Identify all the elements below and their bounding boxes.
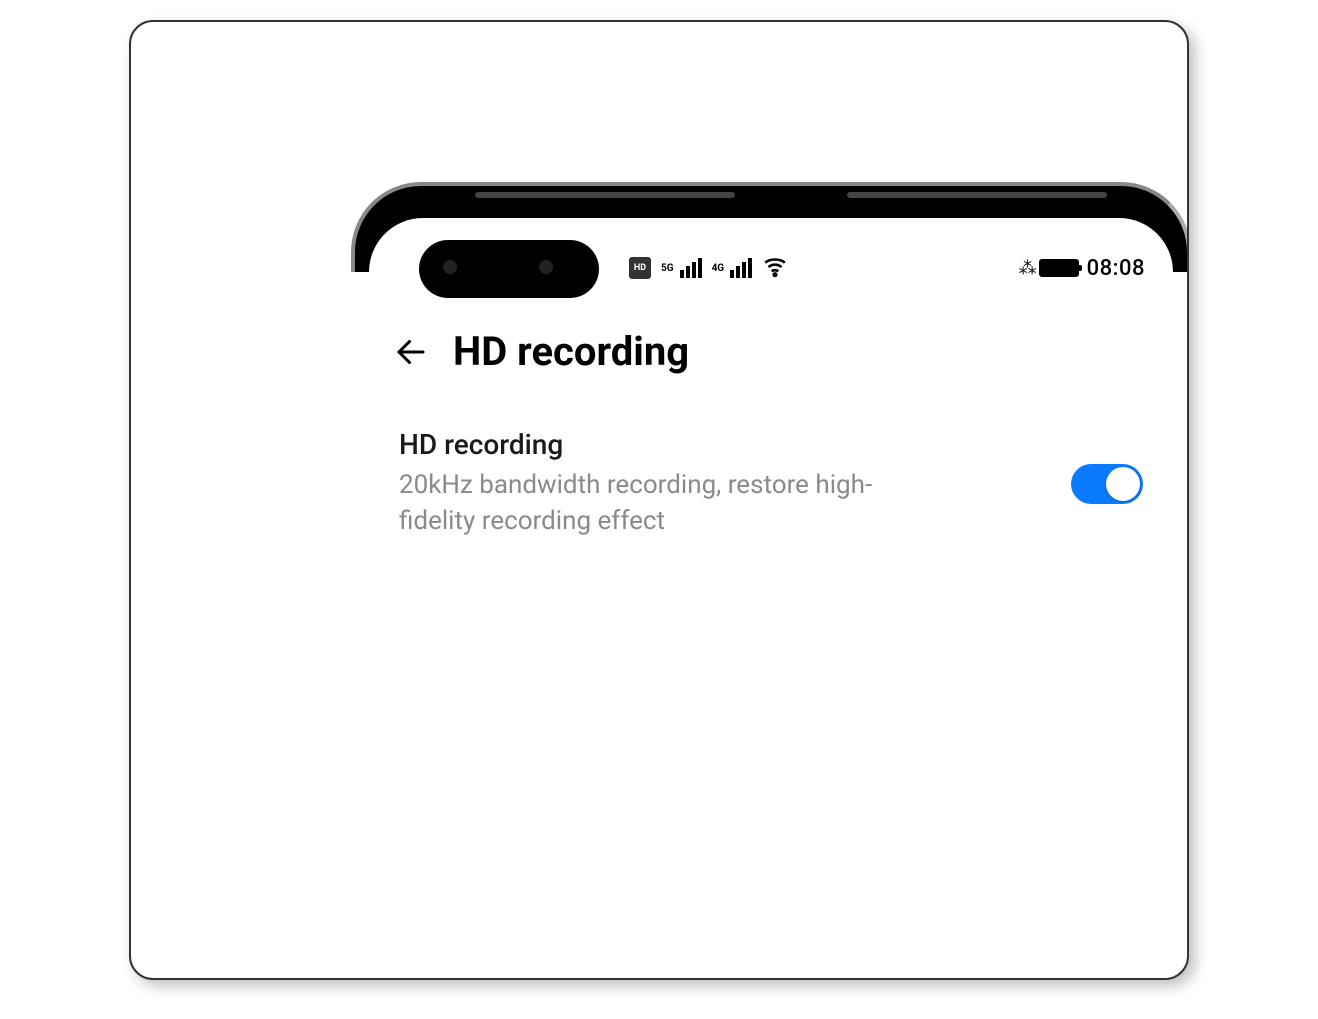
page-header: HD recording bbox=[393, 328, 1149, 375]
hd-recording-setting-row: HD recording 20kHz bandwidth recording, … bbox=[399, 428, 1143, 540]
bluetooth-battery-group: ⁂ bbox=[1019, 258, 1079, 279]
volume-button bbox=[1187, 582, 1189, 732]
phone-screen: HD 5G 4G bbox=[369, 218, 1173, 980]
status-bar: HD 5G 4G bbox=[369, 246, 1173, 290]
setting-description: 20kHz bandwidth recording, restore high-… bbox=[399, 467, 919, 540]
power-button bbox=[1187, 782, 1189, 912]
hd-recording-toggle[interactable] bbox=[1071, 464, 1143, 504]
back-button[interactable] bbox=[393, 334, 429, 370]
setting-text-block: HD recording 20kHz bandwidth recording, … bbox=[399, 428, 1051, 540]
signal-bars-icon-1 bbox=[680, 258, 702, 278]
wifi-icon bbox=[762, 253, 788, 283]
battery-icon bbox=[1039, 259, 1079, 277]
hd-badge-icon: HD bbox=[629, 257, 651, 279]
status-right: ⁂ 08:08 bbox=[1019, 256, 1145, 281]
network-type-label-2: 4G bbox=[712, 263, 725, 274]
page-title: HD recording bbox=[453, 328, 689, 375]
signal-bars-icon-2 bbox=[730, 258, 752, 278]
status-left: HD 5G 4G bbox=[629, 253, 788, 283]
bluetooth-icon: ⁂ bbox=[1019, 258, 1037, 279]
screenshot-frame: HD 5G 4G bbox=[129, 20, 1189, 980]
arrow-left-icon bbox=[393, 334, 429, 370]
status-time: 08:08 bbox=[1087, 256, 1145, 281]
network-type-label-1: 5G bbox=[661, 263, 674, 274]
setting-title: HD recording bbox=[399, 428, 1051, 461]
phone-mockup: HD 5G 4G bbox=[351, 182, 1189, 980]
